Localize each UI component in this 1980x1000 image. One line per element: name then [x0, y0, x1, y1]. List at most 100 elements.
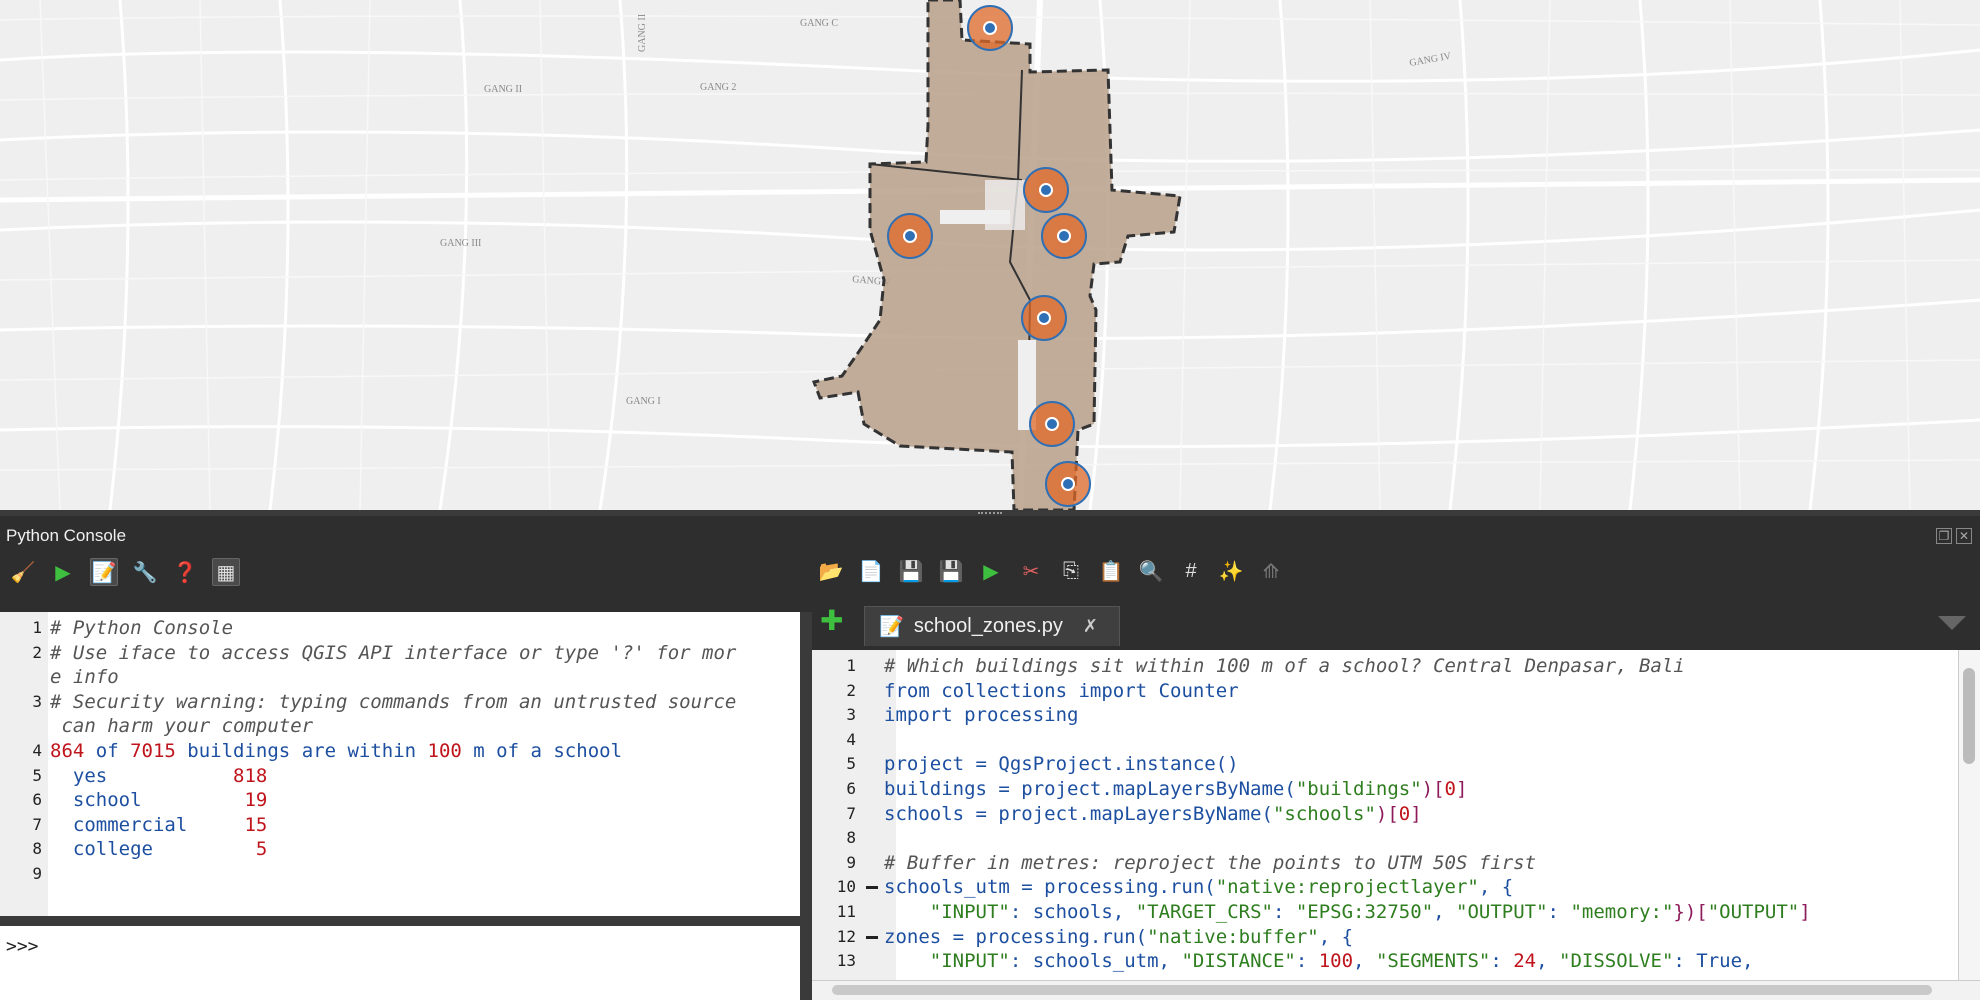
save-as-button[interactable]: 💾	[938, 558, 964, 584]
find-button[interactable]: 🔍	[1138, 558, 1164, 584]
line-number: 10	[836, 877, 856, 897]
save-button[interactable]: 💾	[898, 558, 924, 584]
code-line: buildings = project.mapLayersByName("bui…	[884, 778, 1468, 800]
code-line: zones = processing.run("native:buffer", …	[884, 925, 1354, 948]
close-tab-icon[interactable]: ✗	[1083, 616, 1098, 637]
line-number: 4	[32, 741, 42, 760]
open-in-editor-icon: 📄	[858, 560, 884, 583]
line-number: 8	[32, 839, 42, 859]
line-number: 7	[32, 814, 42, 834]
close-panel-button[interactable]: ✕	[1956, 528, 1972, 544]
copy-icon: ⎘	[1063, 559, 1079, 582]
code-line: college 5	[50, 838, 268, 861]
line-number: 3	[32, 691, 42, 711]
panel-title: Python Console	[6, 526, 127, 545]
save-as-icon: 💾	[938, 560, 964, 583]
tab-list-chevron-icon[interactable]	[1938, 616, 1966, 630]
line-number: 4	[846, 729, 856, 749]
code-line: # Which buildings sit within 100 m of a …	[884, 655, 1685, 677]
find-icon: 🔍	[1138, 560, 1164, 583]
map-canvas[interactable]: GANG C GANG II GANG 2 GANG II GANG IV GANG II…	[0, 0, 1980, 510]
editor-horizontal-scrollbar[interactable]	[812, 980, 1980, 1000]
line-number: 1	[846, 656, 856, 675]
comment-button[interactable]: #	[1178, 558, 1204, 584]
line-number: 9	[32, 864, 42, 883]
line-number: 9	[846, 852, 856, 872]
map-view[interactable]: GANG CGANG IIGANG 2GANG IIGANG IVGANG II…	[0, 0, 1980, 510]
fold-marker-icon[interactable]	[866, 886, 878, 890]
line-number: 1	[32, 618, 42, 637]
new-tab-button[interactable]: ✚	[820, 607, 843, 635]
school-point	[983, 21, 997, 35]
code-line: schools_utm = processing.run("native:rep…	[884, 876, 1514, 899]
wrench-icon: 🔧	[132, 561, 158, 584]
paste-icon: 📋	[1098, 560, 1124, 583]
plus-icon: ✚	[820, 605, 844, 636]
code-line: can harm your computer	[50, 715, 314, 738]
clear-console-button[interactable]: 🧹	[10, 559, 36, 585]
street-label: GANG II	[637, 14, 648, 52]
code-line: e info	[50, 666, 119, 689]
object-inspector-button[interactable]: ✨	[1218, 558, 1244, 584]
run-command-button[interactable]: ▶	[50, 559, 76, 585]
line-number: 12	[836, 926, 856, 946]
output-input-splitter[interactable]	[0, 916, 800, 926]
script-editor[interactable]: 1 # Which buildings sit within 100 m of a…	[812, 650, 1958, 980]
line-number: 8	[846, 828, 856, 848]
code-line: from collections import Counter	[884, 679, 1239, 702]
school-point	[903, 229, 917, 243]
street-label: GANG C	[800, 18, 838, 29]
code-line: schools = project.mapLayersByName("schoo…	[884, 802, 1422, 825]
street-label: GANG I	[626, 396, 661, 407]
run-icon: ▶	[55, 561, 71, 584]
open-in-external-editor-button[interactable]: 📄	[858, 558, 884, 584]
street-label: GANG 2	[700, 82, 736, 93]
share-button[interactable]: ⟰	[1258, 558, 1284, 584]
code-line: # Use iface to access QGIS API interface…	[50, 641, 737, 664]
line-number: 6	[846, 779, 856, 798]
tab-school-zones[interactable]: 📝 school_zones.py ✗	[864, 606, 1120, 646]
line-number: 5	[32, 765, 42, 785]
fold-marker-icon[interactable]	[866, 935, 878, 939]
line-number: 2	[32, 642, 42, 662]
code-line: yes 818	[50, 764, 268, 787]
options-button[interactable]: 🔧	[132, 559, 158, 585]
editor-vertical-scrollbar[interactable]	[1958, 650, 1980, 980]
object-inspector-icon: ✨	[1218, 560, 1244, 583]
copy-button[interactable]: ⎘	[1058, 558, 1084, 584]
code-line: # Security warning: typing commands from…	[50, 690, 737, 713]
script-file-icon: 📝	[879, 616, 904, 638]
comment-icon: #	[1185, 559, 1197, 582]
code-line: school 19	[50, 789, 268, 812]
console-editor-splitter[interactable]	[800, 612, 812, 1000]
show-editor-button[interactable]: 📝	[90, 558, 118, 586]
code-line: import processing	[884, 704, 1079, 727]
line-number: 2	[846, 680, 856, 700]
window-icon: ▦	[216, 561, 236, 584]
save-icon: 💾	[898, 560, 924, 583]
open-script-button[interactable]: 📂	[818, 558, 844, 584]
run-script-button[interactable]: ▶	[978, 558, 1004, 584]
tab-label: school_zones.py	[913, 615, 1063, 637]
line-number: 5	[846, 754, 856, 774]
school-point	[1037, 311, 1051, 325]
cut-button[interactable]: ✂	[1018, 558, 1044, 584]
code-line: # Buffer in metres: reproject the points…	[884, 851, 1537, 874]
code-line: # Python Console	[50, 617, 234, 639]
editor-icon: 📝	[91, 561, 117, 584]
console-input[interactable]: >>>	[0, 926, 800, 1000]
school-point	[1061, 477, 1075, 491]
street-label: GANG III	[440, 238, 481, 249]
share-icon: ⟰	[1262, 560, 1280, 583]
school-point	[1039, 183, 1053, 197]
school-point	[1057, 229, 1071, 243]
code-line: commercial 15	[50, 813, 268, 836]
editor-toolbar: 📂 📄 💾 💾 ▶ ✂ ⎘ 📋 🔍 # ✨ ⟰	[818, 558, 1284, 584]
float-panel-button[interactable]: ❐	[1936, 528, 1952, 544]
dock-button[interactable]: ▦	[212, 558, 240, 586]
paste-button[interactable]: 📋	[1098, 558, 1124, 584]
help-button[interactable]: ❓	[172, 559, 198, 585]
line-number: 7	[846, 803, 856, 823]
school-point	[1045, 417, 1059, 431]
console-output[interactable]: 1 # Python Console 2 # Use iface to access …	[0, 612, 800, 916]
